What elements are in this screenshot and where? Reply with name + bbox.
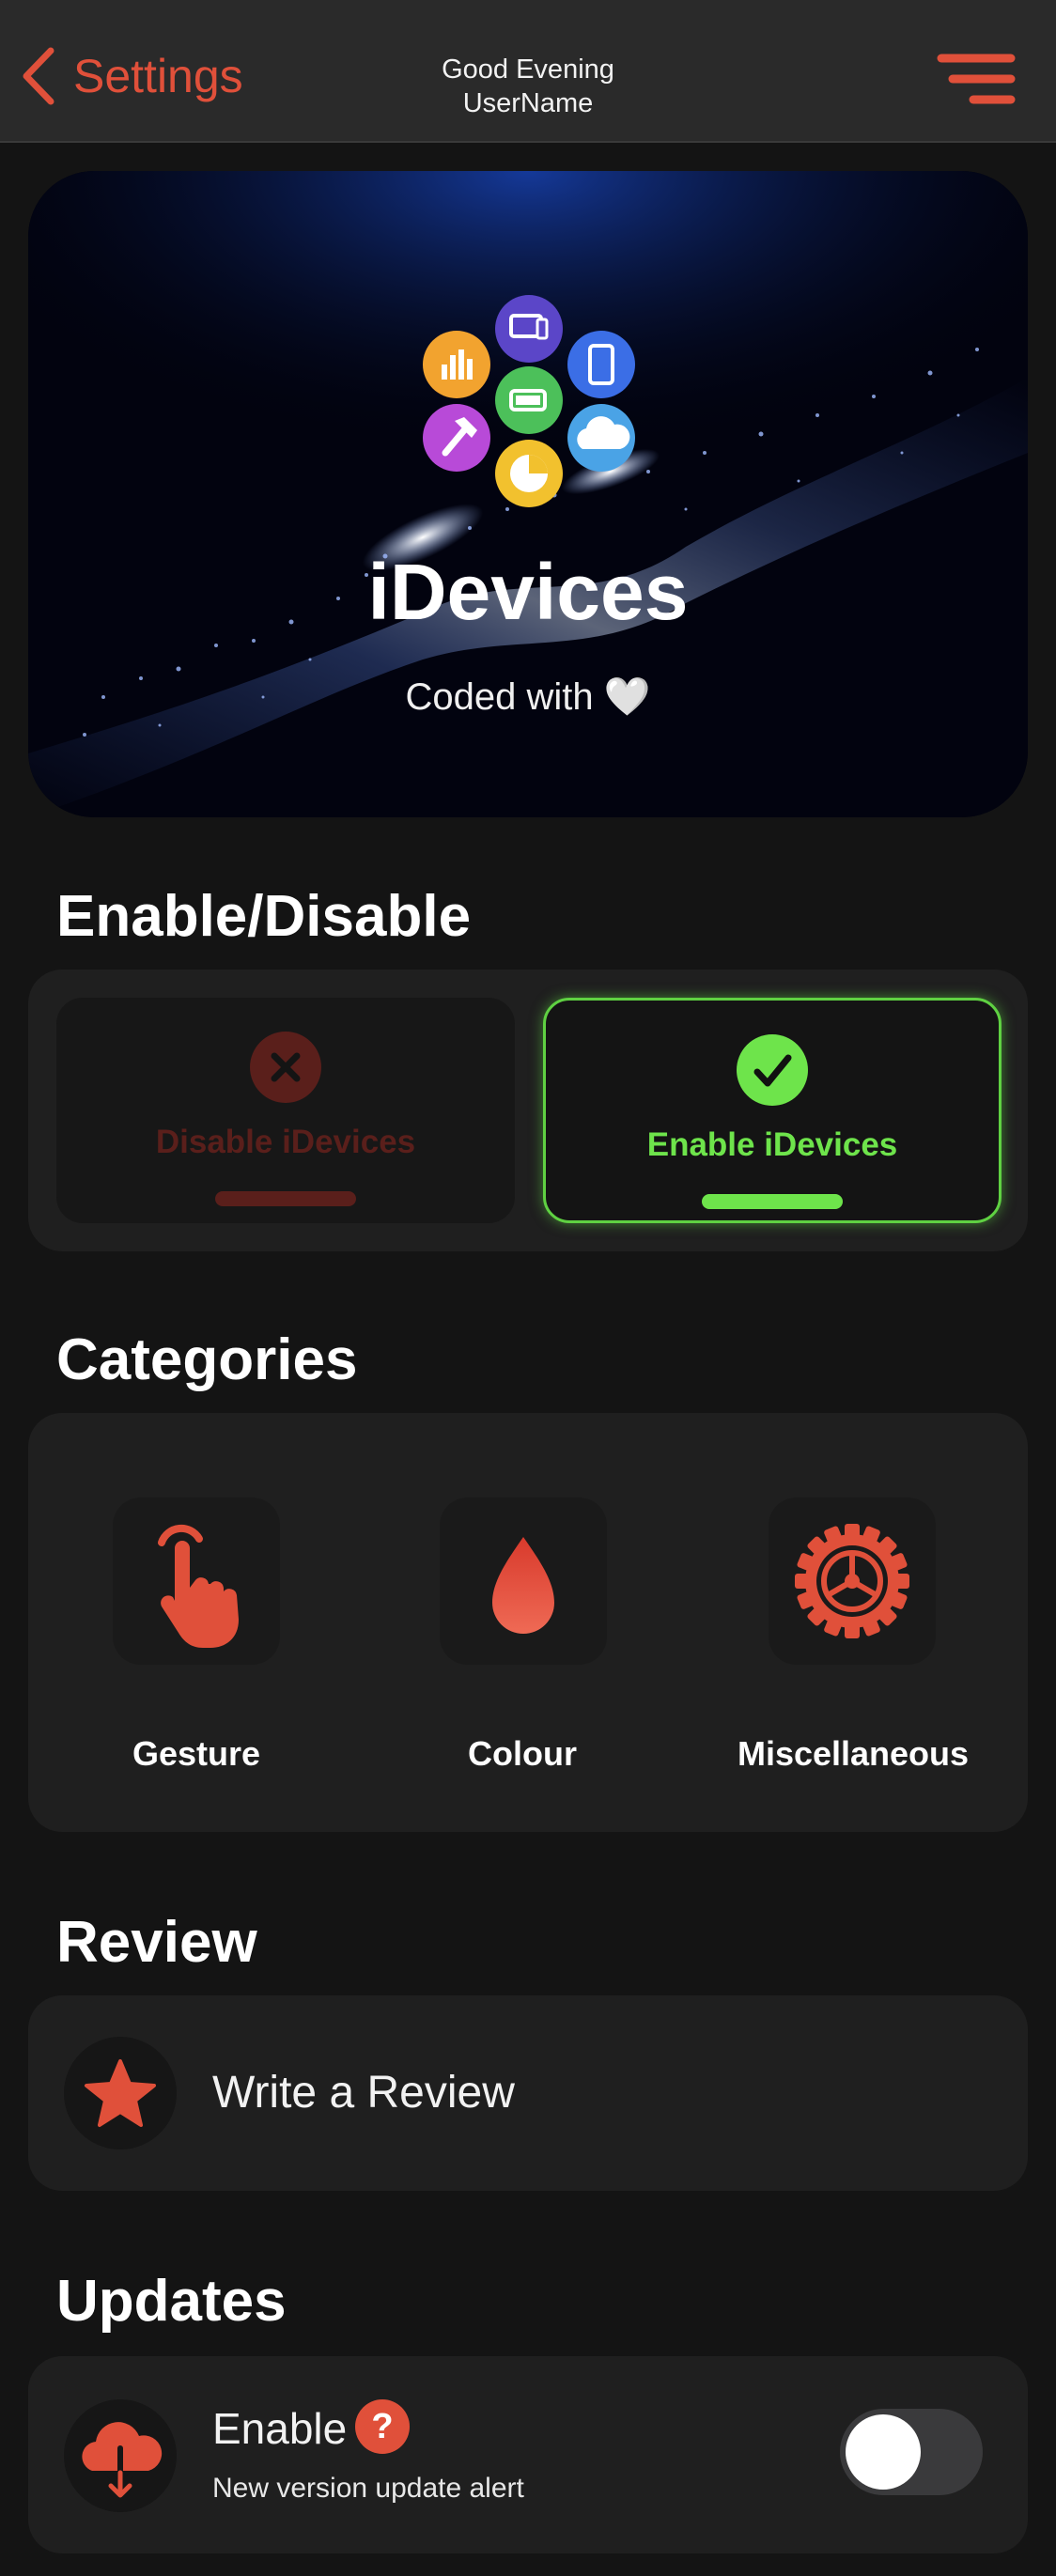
toggle-knob: [846, 2414, 921, 2490]
categories-title: Categories: [56, 1327, 358, 1392]
back-button[interactable]: Settings: [19, 43, 243, 109]
drop-icon: [492, 1537, 554, 1634]
back-label: Settings: [73, 50, 243, 102]
hero-banner: iDevices Coded with 🤍: [28, 171, 1028, 817]
hero-subtitle: Coded with 🤍: [405, 676, 651, 718]
update-alert-toggle[interactable]: [840, 2409, 983, 2495]
hand-tap-icon: [158, 1524, 239, 1648]
category-colour[interactable]: [440, 1497, 607, 1665]
updates-section-title: Updates: [56, 2269, 287, 2334]
greeting-text: Good Evening: [442, 54, 614, 85]
x-circle-icon: [250, 1032, 321, 1103]
disable-label: Disable iDevices: [155, 1124, 416, 1160]
phone-icon: [567, 331, 635, 398]
category-label-miscellaneous: Miscellaneous: [737, 1734, 970, 1773]
category-gesture[interactable]: [113, 1497, 280, 1665]
app-logo-cluster: [423, 295, 635, 507]
category-label-colour: Colour: [468, 1734, 577, 1773]
write-review-label: Write a Review: [212, 2068, 515, 2118]
username-text: UserName: [462, 88, 594, 118]
enable-button[interactable]: Enable iDevices: [543, 998, 1002, 1223]
chevron-left-icon: [23, 47, 54, 105]
help-button[interactable]: ?: [355, 2399, 410, 2454]
enable-section-title: Enable/Disable: [56, 884, 472, 949]
cloud-download-icon: [82, 2422, 163, 2498]
bar-chart-icon: [423, 331, 490, 398]
updates-row: Enable ? New version update alert: [28, 2356, 1028, 2553]
write-review-row[interactable]: Write a Review: [28, 1995, 1028, 2191]
updates-icon-circle: [64, 2399, 177, 2512]
star-icon: [85, 2059, 156, 2127]
settings-page: Settings Good Evening UserName iDevices …: [0, 0, 1056, 2576]
check-circle-icon: [737, 1034, 808, 1106]
disable-indicator: [215, 1191, 356, 1206]
menu-icon: [937, 54, 1016, 104]
review-section-title: Review: [56, 1910, 257, 1975]
hero-title: iDevices: [367, 548, 689, 636]
category-miscellaneous[interactable]: [769, 1497, 936, 1665]
disable-button[interactable]: Disable iDevices: [56, 998, 515, 1223]
enable-indicator: [702, 1194, 843, 1209]
updates-subtitle: New version update alert: [212, 2473, 524, 2504]
laptop-icon: [495, 295, 563, 363]
enable-label: Enable iDevices: [646, 1126, 898, 1163]
menu-button[interactable]: [936, 51, 1017, 107]
nav-bar: Settings Good Evening UserName: [0, 0, 1056, 143]
review-icon-circle: [64, 2037, 177, 2149]
gear-icon: [795, 1524, 909, 1638]
category-label-gesture: Gesture: [132, 1734, 261, 1773]
greeting: Good Evening UserName: [340, 53, 716, 120]
updates-enable-label: Enable: [212, 2404, 348, 2453]
